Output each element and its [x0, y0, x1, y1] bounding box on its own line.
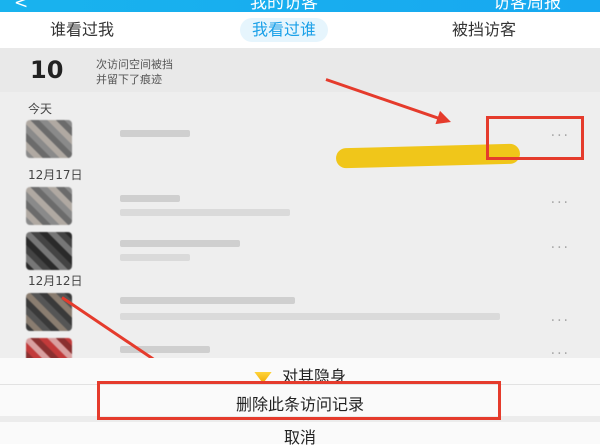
- blurred-name: [120, 297, 295, 304]
- banner-line-1: 次访问空间被挡: [96, 58, 173, 71]
- blurred-name: [120, 195, 180, 202]
- annotation-box-more: [486, 116, 584, 160]
- section-date-dec17: 12月17日: [28, 168, 83, 182]
- banner-line-2: 并留下了痕迹: [96, 73, 162, 86]
- tab-who-i-viewed[interactable]: 我看过谁: [240, 18, 329, 42]
- list-item[interactable]: ···: [0, 228, 600, 274]
- more-options-button[interactable]: ···: [551, 240, 570, 256]
- page-title: 我的访客: [250, 0, 318, 12]
- blocked-banner[interactable]: 10 次访问空间被挡 并留下了痕迹: [0, 48, 600, 92]
- weekly-report-button[interactable]: 访客周报: [493, 0, 561, 12]
- section-date-today: 今天: [28, 102, 53, 116]
- cancel-button[interactable]: 取消: [0, 424, 600, 448]
- list-item[interactable]: ···: [0, 334, 600, 358]
- blurred-name: [120, 240, 240, 247]
- visit-list: 10 次访问空间被挡 并留下了痕迹 今天 ··· 12月17日 ··· ··· …: [0, 48, 600, 358]
- blocked-count: 10: [30, 56, 64, 84]
- blurred-detail: [120, 209, 290, 216]
- more-options-button[interactable]: ···: [551, 346, 570, 358]
- avatar[interactable]: [26, 120, 72, 158]
- avatar[interactable]: [26, 232, 72, 270]
- avatar[interactable]: [26, 338, 72, 358]
- section-date-dec12: 12月12日: [28, 274, 83, 288]
- blurred-detail: [120, 254, 190, 261]
- tab-who-viewed-me[interactable]: 谁看过我: [50, 18, 114, 42]
- tab-bar: 谁看过我 我看过谁 被挡访客: [0, 12, 600, 48]
- blurred-detail: [120, 313, 500, 320]
- list-item[interactable]: ···: [0, 183, 600, 229]
- avatar[interactable]: [26, 187, 72, 225]
- title-bar: < 我的访客 访客周报: [0, 0, 600, 12]
- more-options-button[interactable]: ···: [551, 195, 570, 211]
- blocked-banner-text: 次访问空间被挡 并留下了痕迹: [96, 57, 256, 87]
- annotation-box-delete: [97, 381, 501, 420]
- back-button[interactable]: <: [14, 0, 28, 12]
- tab-blocked-visitors[interactable]: 被挡访客: [452, 18, 516, 42]
- blurred-name: [120, 130, 190, 137]
- list-item[interactable]: ···: [0, 289, 600, 335]
- more-options-button[interactable]: ···: [551, 313, 570, 329]
